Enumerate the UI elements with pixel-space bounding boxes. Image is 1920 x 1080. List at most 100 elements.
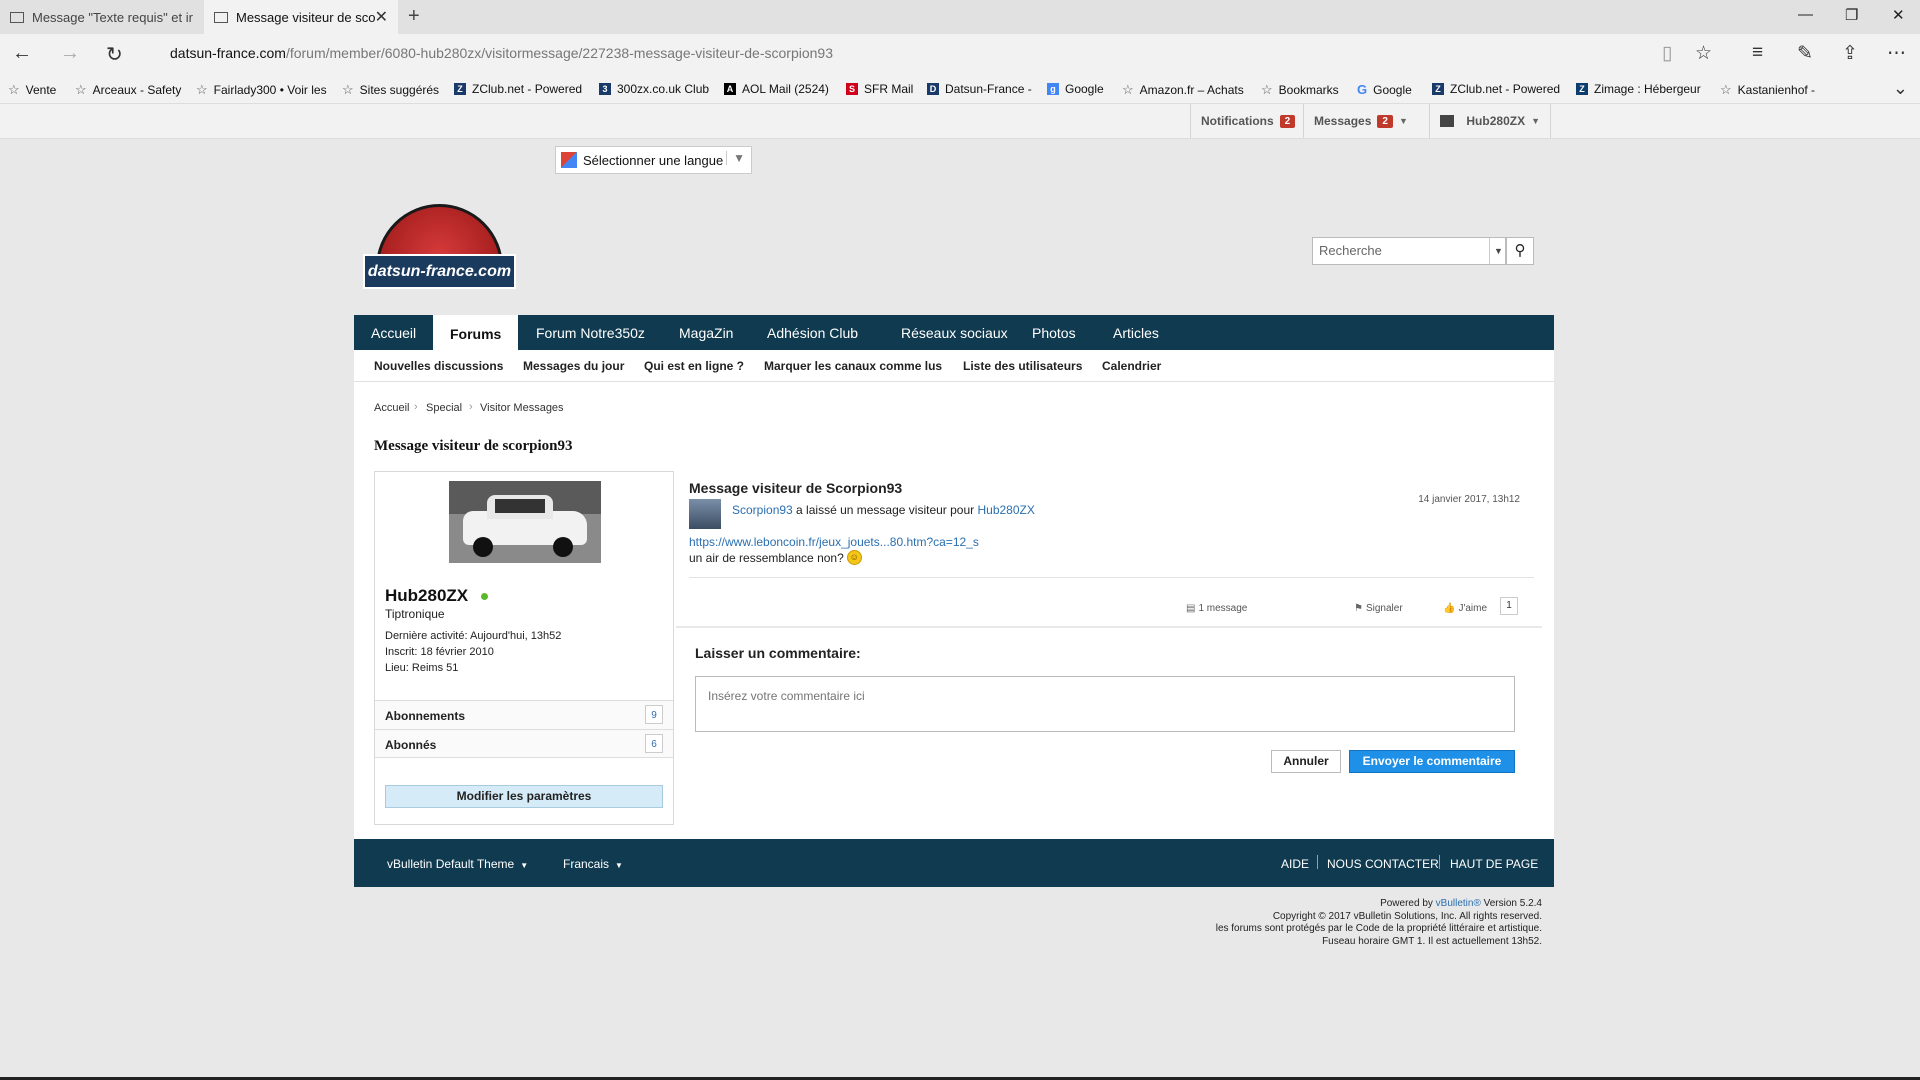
message-url-link[interactable]: https://www.leboncoin.fr/jeux_jouets...8… — [689, 535, 979, 549]
favorite-item[interactable]: ☆ Vente — [8, 82, 56, 98]
author-avatar[interactable] — [689, 499, 721, 529]
vbulletin-link[interactable]: vBulletin® — [1436, 898, 1481, 909]
subnav-member-list[interactable]: Liste des utilisateurs — [963, 359, 1082, 373]
nav-tab-photos[interactable]: Photos — [1015, 315, 1093, 350]
main-navigation: Accueil Forums Forum Notre350z MagaZin A… — [354, 315, 1554, 352]
like-button[interactable]: 👍 J'aime — [1443, 603, 1487, 614]
favorite-item[interactable]: 3 300zx.co.uk Club — [599, 82, 709, 96]
hub-icon[interactable]: ≡ — [1752, 42, 1763, 64]
profile-photo[interactable] — [449, 481, 601, 563]
followers-count: 6 — [645, 734, 663, 753]
favorite-item[interactable]: ☆ Kastanienhof - — [1720, 82, 1815, 98]
google-icon: G — [1357, 82, 1368, 97]
search-input[interactable]: Recherche ▼ — [1312, 237, 1506, 265]
minimize-icon[interactable]: — — [1798, 6, 1813, 23]
logo-text: datsun-france.com — [363, 254, 516, 289]
favorite-item[interactable]: ☆ Fairlady300 • Voir les — [196, 82, 327, 98]
favorite-item[interactable]: Z ZClub.net - Powered — [454, 82, 582, 96]
edit-settings-button[interactable]: Modifier les paramètres — [385, 785, 663, 808]
search-options-icon[interactable]: ▼ — [1489, 238, 1507, 264]
favorite-item[interactable]: G Google — [1357, 82, 1412, 97]
breadcrumb-item[interactable]: Accueil — [374, 402, 409, 414]
favorite-star-icon[interactable]: ☆ — [1695, 42, 1712, 65]
dropdown-arrow-icon: ▼ — [726, 151, 745, 165]
footer-link-top[interactable]: HAUT DE PAGE — [1450, 857, 1538, 871]
nav-tab-accueil[interactable]: Accueil — [354, 315, 433, 350]
new-tab-button[interactable]: + — [408, 5, 420, 28]
language-footer-selector[interactable]: Francais ▼ — [563, 857, 623, 871]
site-logo[interactable]: datsun-france.com — [363, 204, 516, 289]
thumbs-up-icon: 👍 — [1443, 603, 1456, 614]
share-icon[interactable]: ⇪ — [1842, 42, 1858, 65]
reading-view-icon[interactable]: ▯ — [1662, 42, 1672, 65]
nav-tab-forums[interactable]: Forums — [433, 315, 519, 352]
forum-top-bar: Notifications 2 Messages 2 ▼ Hub280ZX ▼ — [0, 104, 1920, 139]
tab-title: Message visiteur de sco — [236, 9, 376, 25]
favorite-item[interactable]: ☆ Sites suggérés — [342, 82, 439, 98]
profile-last-activity: Dernière activité: Aujourd'hui, 13h52 — [385, 630, 562, 642]
nav-tab-forum-notre350z[interactable]: Forum Notre350z — [519, 315, 662, 350]
user-menu[interactable]: Hub280ZX ▼ — [1429, 104, 1551, 138]
star-icon: ☆ — [1720, 82, 1732, 97]
language-selector[interactable]: Sélectionner une langue ▼ — [555, 146, 752, 174]
messages-menu[interactable]: Messages 2 ▼ — [1303, 104, 1429, 138]
subscriptions-row[interactable]: Abonnements 9 — [375, 700, 673, 729]
favorite-item[interactable]: D Datsun-France - — [927, 82, 1032, 96]
subnav-new-topics[interactable]: Nouvelles discussions — [374, 359, 503, 373]
search-icon: ⚲ — [1514, 242, 1526, 259]
favorite-item[interactable]: ☆ Bookmarks — [1261, 82, 1339, 98]
forward-icon[interactable]: → — [60, 42, 80, 65]
message-action-text: a laissé un message visiteur pour — [792, 503, 978, 517]
theme-selector[interactable]: vBulletin Default Theme ▼ — [387, 857, 528, 871]
like-count: 1 — [1500, 597, 1518, 615]
favorite-label: ZClub.net - Powered — [1450, 82, 1561, 96]
nav-tab-articles[interactable]: Articles — [1096, 315, 1176, 350]
footer-link-contact[interactable]: NOUS CONTACTER — [1327, 857, 1439, 871]
chevron-down-icon[interactable]: ⌄ — [1893, 78, 1908, 99]
favorite-item[interactable]: Z ZClub.net - Powered — [1432, 82, 1560, 96]
nav-tab-reseaux-sociaux[interactable]: Réseaux sociaux — [884, 315, 1025, 350]
message-count-link[interactable]: ▤ 1 message — [1186, 603, 1247, 614]
footer-link-help[interactable]: AIDE — [1281, 857, 1309, 871]
notifications-menu[interactable]: Notifications 2 — [1190, 104, 1303, 138]
refresh-icon[interactable]: ↻ — [106, 42, 123, 67]
restore-icon[interactable]: ❐ — [1845, 6, 1858, 24]
favorite-item[interactable]: S SFR Mail — [846, 82, 913, 96]
url-field[interactable]: datsun-france.com/forum/member/6080-hub2… — [170, 45, 833, 61]
search-button[interactable]: ⚲ — [1506, 237, 1534, 265]
profile-card: Hub280ZX Tiptronique Dernière activité: … — [374, 471, 674, 825]
submit-comment-button[interactable]: Envoyer le commentaire — [1349, 750, 1515, 773]
star-icon: ☆ — [196, 82, 208, 97]
close-window-icon[interactable]: ✕ — [1892, 6, 1905, 24]
browser-tab[interactable]: Message "Texte requis" et ir — [0, 0, 204, 34]
comment-textarea[interactable] — [695, 676, 1515, 732]
favorite-item[interactable]: Z Zimage : Hébergeur — [1576, 82, 1701, 96]
browser-tab-active[interactable]: Message visiteur de sco ✕ — [204, 0, 398, 34]
favorite-item[interactable]: ☆ Arceaux - Safety — [75, 82, 181, 98]
subnav-today-posts[interactable]: Messages du jour — [523, 359, 624, 373]
recipient-link[interactable]: Hub280ZX — [977, 503, 1034, 517]
more-icon[interactable]: ⋯ — [1887, 42, 1906, 65]
cancel-button[interactable]: Annuler — [1271, 750, 1341, 773]
favorite-item[interactable]: g Google — [1047, 82, 1104, 96]
subnav-calendar[interactable]: Calendrier — [1102, 359, 1161, 373]
close-tab-icon[interactable]: ✕ — [375, 7, 388, 27]
nav-tab-adhesion-club[interactable]: Adhésion Club — [750, 315, 875, 350]
breadcrumb-item[interactable]: Special — [426, 402, 462, 414]
subnav-mark-read[interactable]: Marquer les canaux comme lus — [764, 359, 942, 373]
subnav-whos-online[interactable]: Qui est en ligne ? — [644, 359, 744, 373]
web-note-icon[interactable]: ✎ — [1797, 42, 1813, 65]
breadcrumb-item[interactable]: Visitor Messages — [480, 402, 564, 414]
favorite-label: Kastanienhof - — [1737, 83, 1816, 97]
report-button[interactable]: ⚑ Signaler — [1354, 603, 1403, 614]
car-window — [495, 499, 545, 513]
author-link[interactable]: Scorpion93 — [732, 503, 793, 517]
followers-row[interactable]: Abonnés 6 — [375, 729, 673, 758]
page-icon — [10, 11, 24, 23]
message-date: 14 janvier 2017, 13h12 — [1418, 494, 1520, 505]
back-icon[interactable]: ← — [12, 42, 32, 65]
nav-tab-magazin[interactable]: MagaZin — [662, 315, 750, 350]
favorite-item[interactable]: A AOL Mail (2524) — [724, 82, 829, 96]
favorite-item[interactable]: ☆ Amazon.fr – Achats — [1122, 82, 1244, 98]
language-label: Sélectionner une langue — [583, 152, 724, 168]
